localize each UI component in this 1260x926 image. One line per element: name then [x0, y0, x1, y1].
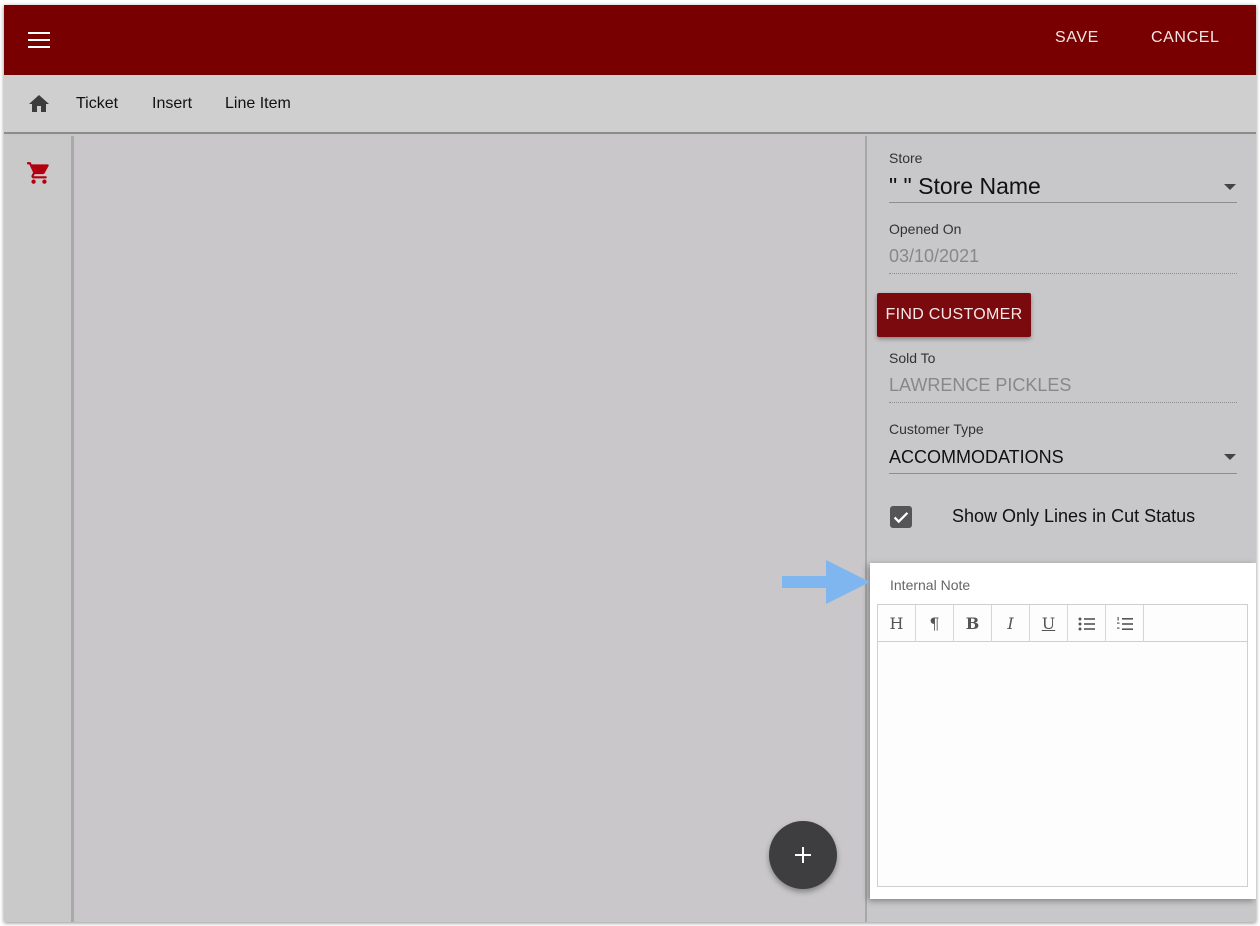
chevron-down-icon[interactable] [1224, 454, 1236, 460]
customer-type-label: Customer Type [889, 421, 984, 437]
check-icon [893, 512, 909, 524]
home-icon[interactable] [26, 92, 52, 116]
heading-button[interactable]: H [878, 605, 916, 642]
breadcrumb-insert[interactable]: Insert [152, 95, 192, 113]
paragraph-button[interactable]: ¶ [916, 605, 954, 642]
sold-to-value: LAWRENCE PICKLES [889, 375, 1072, 395]
bold-button[interactable]: B [954, 605, 992, 642]
store-select[interactable]: " " Store Name [889, 173, 1041, 200]
bullet-list-icon [1078, 617, 1095, 630]
arrow-icon [782, 560, 870, 604]
opened-on-value: 03/10/2021 [889, 246, 980, 266]
cancel-button[interactable]: CANCEL [1151, 29, 1220, 47]
menu-icon[interactable] [26, 31, 52, 51]
find-customer-button[interactable]: FIND CUSTOMER [877, 293, 1031, 337]
chevron-down-icon[interactable] [1224, 184, 1236, 190]
bullet-list-button[interactable] [1068, 605, 1106, 642]
cart-icon[interactable] [26, 160, 52, 186]
add-line-item-button[interactable] [769, 821, 837, 889]
cut-status-label: Show Only Lines in Cut Status [952, 506, 1196, 526]
customer-type-select[interactable]: ACCOMMODATIONS [889, 447, 1064, 468]
opened-on-label: Opened On [889, 221, 962, 237]
underline-button[interactable]: U [1030, 605, 1068, 642]
side-rail [4, 136, 74, 922]
app-bar: SAVE CANCEL [4, 5, 1256, 75]
internal-note-card: Internal Note H ¶ B I U [870, 563, 1256, 899]
breadcrumb-line-item[interactable]: Line Item [225, 95, 291, 113]
internal-note-input[interactable] [878, 643, 1247, 886]
app-window: SAVE CANCEL Ticket Insert Line Item Stor… [4, 5, 1256, 922]
editor-toolbar: H ¶ B I U [878, 605, 1247, 642]
save-button[interactable]: SAVE [1055, 29, 1099, 47]
breadcrumb-ticket[interactable]: Ticket [76, 95, 118, 113]
cut-status-checkbox[interactable] [890, 506, 912, 528]
rich-text-editor: H ¶ B I U [877, 604, 1248, 887]
numbered-list-icon [1116, 616, 1133, 630]
internal-note-label: Internal Note [890, 577, 971, 593]
line-items-area [77, 136, 865, 922]
numbered-list-button[interactable] [1106, 605, 1144, 642]
sold-to-label: Sold To [889, 350, 936, 366]
store-label: Store [889, 150, 923, 166]
italic-button[interactable]: I [992, 605, 1030, 642]
breadcrumb: Ticket Insert Line Item [4, 75, 1256, 134]
